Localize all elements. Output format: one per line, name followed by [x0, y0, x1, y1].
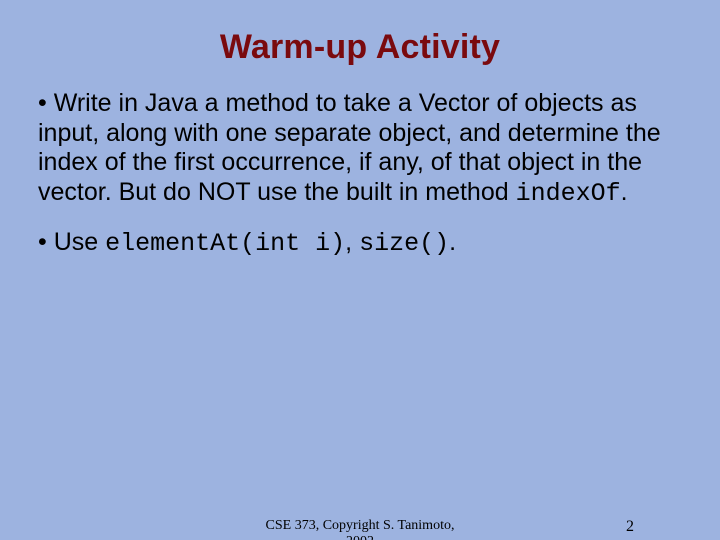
footer: CSE 373, Copyright S. Tanimoto, 2002 Per… — [0, 518, 720, 540]
code-elementat: elementAt(int i) — [105, 229, 345, 258]
bullet-1: • Write in Java a method to take a Vecto… — [38, 89, 684, 208]
bullet-2-text-a: Use — [54, 228, 105, 256]
code-size: size() — [359, 229, 449, 258]
bullet-1-period: . — [621, 178, 628, 206]
footer-credit: CSE 373, Copyright S. Tanimoto, 2002 Per… — [230, 518, 490, 540]
credit-line-1: CSE 373, Copyright S. Tanimoto, — [266, 518, 455, 533]
page-number: 2 — [626, 518, 634, 536]
credit-line-2: 2002 — [346, 534, 374, 540]
bullet-2-sep: , — [345, 228, 359, 256]
bullet-marker: • — [38, 228, 54, 256]
slide-content: • Write in Java a method to take a Vecto… — [38, 89, 684, 259]
code-indexof: indexOf — [516, 179, 621, 208]
bullet-2: • Use elementAt(int i), size(). — [38, 228, 684, 259]
bullet-2-period: . — [449, 228, 456, 256]
slide-title: Warm-up Activity — [0, 28, 720, 67]
bullet-marker: • — [38, 89, 54, 117]
